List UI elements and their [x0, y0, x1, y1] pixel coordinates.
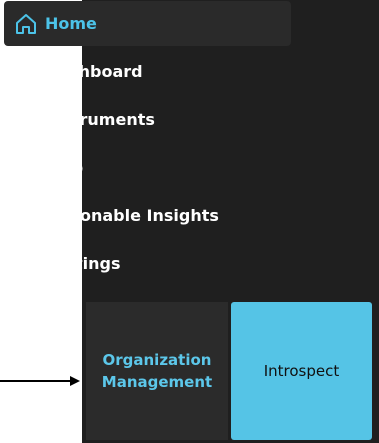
pointer-arrow-icon — [0, 376, 80, 386]
gear-icon — [13, 251, 39, 277]
nav-item-label: Settings — [45, 254, 121, 273]
tile-label: Introspect — [263, 362, 340, 380]
nav-item-label: Actionable Insights — [45, 206, 219, 225]
introspect-tile[interactable]: Introspect — [231, 302, 372, 440]
tile-label-line1: Organization — [102, 351, 212, 369]
nav-item-map[interactable]: Map — [4, 145, 291, 190]
map-icon — [13, 155, 39, 181]
nav-item-settings[interactable]: Settings — [4, 241, 291, 286]
tile-label-line2: Management — [101, 373, 213, 391]
organization-management-tile[interactable]: Organization Management — [86, 302, 228, 440]
nav-item-label: Map — [45, 158, 84, 177]
dashboard-icon — [13, 59, 39, 85]
nav-item-label: Instruments — [45, 110, 155, 129]
nav-item-label: Dashboard — [45, 62, 143, 81]
nav-item-dashboard[interactable]: Dashboard — [4, 49, 291, 94]
instruments-icon — [13, 107, 39, 133]
nav-item-home[interactable]: Home — [4, 1, 291, 46]
nav-item-actionable-insights[interactable]: Actionable Insights — [4, 193, 291, 238]
lightbulb-gear-icon — [13, 203, 39, 229]
nav-item-instruments[interactable]: Instruments — [4, 97, 291, 142]
nav-item-label: Home — [45, 14, 97, 33]
home-icon — [13, 11, 39, 37]
